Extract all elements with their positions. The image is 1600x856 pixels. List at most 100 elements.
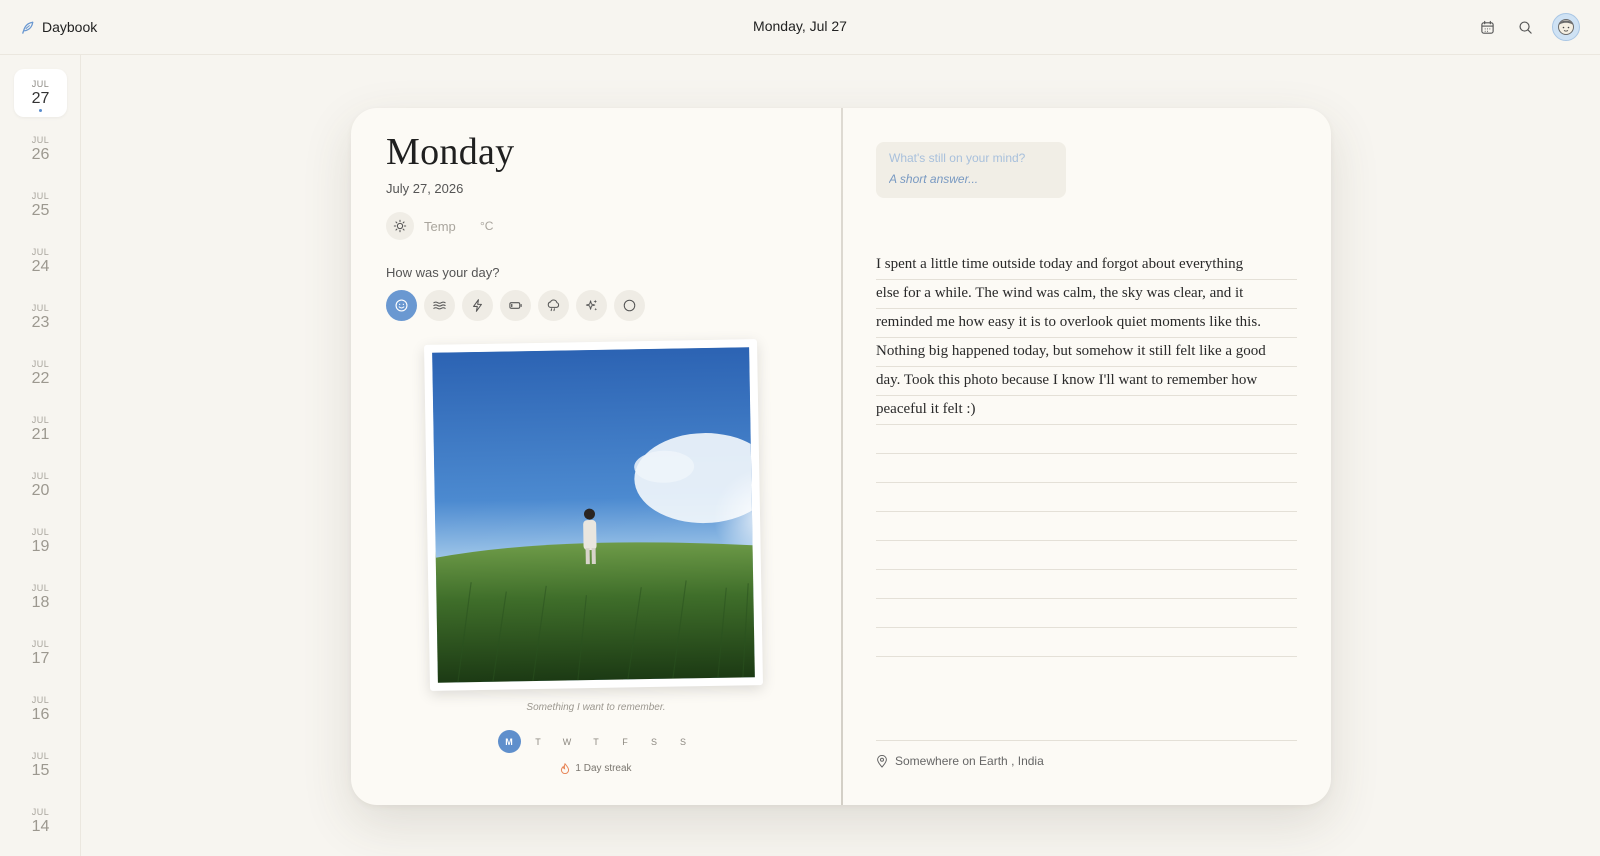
prompt-answer-input[interactable] xyxy=(889,172,1049,186)
date-month: JUL xyxy=(31,471,50,481)
entry-line: else for a while. The wind was calm, the… xyxy=(876,285,1244,301)
date-item-jul-24[interactable]: JUL 24 xyxy=(14,237,67,285)
date-item-jul-23[interactable]: JUL 23 xyxy=(14,293,67,341)
memory-photo xyxy=(432,347,755,683)
weekday-mon[interactable]: M xyxy=(497,730,521,753)
date-month: JUL xyxy=(31,135,50,145)
journal-entry-text[interactable]: I spent a little time outside today and … xyxy=(876,250,1297,424)
date-item-jul-25[interactable]: JUL 25 xyxy=(14,181,67,229)
date-item-jul-22[interactable]: JUL 22 xyxy=(14,349,67,397)
lightning-icon xyxy=(473,299,482,312)
temperature-unit: °C xyxy=(480,219,494,233)
mood-question: How was your day? xyxy=(386,265,500,280)
day-title: Monday xyxy=(386,131,515,173)
streak-indicator: 1 Day streak xyxy=(351,763,841,774)
prompt-card: What's still on your mind? xyxy=(876,142,1066,198)
mood-neutral-button[interactable] xyxy=(614,290,645,321)
date-month: JUL xyxy=(31,359,50,369)
date-month: JUL xyxy=(31,807,50,817)
top-actions xyxy=(1476,13,1580,41)
week-tracker: M T W T F S S xyxy=(351,730,841,753)
wind-waves-icon xyxy=(433,301,446,310)
date-rail: JUL 27 JUL 26 JUL 25 JUL 24 JUL 23 JUL 2… xyxy=(0,55,81,856)
entry-line: I spent a little time outside today and … xyxy=(876,256,1244,272)
weekday-tue[interactable]: T xyxy=(527,730,550,753)
weather-button[interactable] xyxy=(386,212,414,240)
weekday-sat[interactable]: S xyxy=(643,730,666,753)
date-month: JUL xyxy=(31,247,50,257)
mood-energetic-button[interactable] xyxy=(462,290,493,321)
date-item-jul-16[interactable]: JUL 16 xyxy=(14,685,67,733)
entry-line: peaceful it felt :) xyxy=(876,401,976,417)
date-item-jul-14[interactable]: JUL 14 xyxy=(14,797,67,845)
entry-indicator-dot xyxy=(39,109,42,112)
entry-line: reminded me how easy it is to overlook q… xyxy=(876,314,1261,330)
date-item-jul-21[interactable]: JUL 21 xyxy=(14,405,67,453)
mood-happy-button[interactable] xyxy=(386,290,417,321)
top-bar: Daybook Monday, Jul 27 xyxy=(0,0,1600,55)
sun-icon xyxy=(393,219,407,233)
date-month: JUL xyxy=(31,303,50,313)
date-day: 20 xyxy=(31,482,50,499)
weekday-fri[interactable]: F xyxy=(614,730,637,753)
date-day: 16 xyxy=(31,706,50,723)
mood-inspired-button[interactable] xyxy=(576,290,607,321)
calendar-button[interactable] xyxy=(1476,16,1498,38)
date-item-jul-27[interactable]: JUL 27 xyxy=(14,69,67,117)
date-month: JUL xyxy=(31,639,50,649)
date-day: 22 xyxy=(31,370,50,387)
date-month: JUL xyxy=(31,751,50,761)
calendar-icon xyxy=(1480,20,1494,34)
mood-selector xyxy=(386,290,645,321)
mood-tired-button[interactable] xyxy=(500,290,531,321)
entry-line: day. Took this photo because I know I'll… xyxy=(876,372,1258,388)
date-item-jul-19[interactable]: JUL 19 xyxy=(14,517,67,565)
mood-sad-button[interactable] xyxy=(538,290,569,321)
current-date-title: Monday, Jul 27 xyxy=(753,18,847,34)
streak-text: 1 Day streak xyxy=(575,763,632,774)
avatar[interactable] xyxy=(1552,13,1580,41)
entry-line: Nothing big happened today, but somehow … xyxy=(876,343,1266,359)
photo-caption: Something I want to remember. xyxy=(526,702,666,713)
weather-row: °C xyxy=(386,212,493,240)
prompt-question: What's still on your mind? xyxy=(889,151,1026,165)
date-month: JUL xyxy=(31,79,50,89)
date-item-jul-17[interactable]: JUL 17 xyxy=(14,629,67,677)
page-divider xyxy=(876,740,1297,741)
photo-illustration xyxy=(432,347,755,683)
date-month: JUL xyxy=(31,191,50,201)
date-day: 17 xyxy=(31,650,50,667)
full-date: July 27, 2026 xyxy=(386,181,464,196)
rain-cloud-icon xyxy=(547,299,560,312)
temperature-input[interactable] xyxy=(424,218,470,234)
weekday-wed[interactable]: W xyxy=(556,730,579,753)
date-item-jul-18[interactable]: JUL 18 xyxy=(14,573,67,621)
battery-low-icon xyxy=(509,302,522,309)
weekday-thu[interactable]: T xyxy=(585,730,608,753)
date-day: 21 xyxy=(31,426,50,443)
search-button[interactable] xyxy=(1514,16,1536,38)
date-day: 25 xyxy=(31,202,50,219)
date-day: 24 xyxy=(31,258,50,275)
date-item-jul-20[interactable]: JUL 20 xyxy=(14,461,67,509)
mood-calm-button[interactable] xyxy=(424,290,455,321)
date-day: 27 xyxy=(31,90,50,107)
date-day: 26 xyxy=(31,146,50,163)
date-day: 14 xyxy=(31,818,50,835)
smile-icon xyxy=(395,299,408,312)
date-item-jul-26[interactable]: JUL 26 xyxy=(14,125,67,173)
sparkles-icon xyxy=(585,299,598,311)
weekday-sun[interactable]: S xyxy=(672,730,695,753)
date-day: 18 xyxy=(31,594,50,611)
journal-book: Monday July 27, 2026 °C How was your day… xyxy=(351,108,1331,805)
date-month: JUL xyxy=(31,695,50,705)
photo-polaroid[interactable] xyxy=(424,339,763,691)
avatar-face-icon xyxy=(1558,19,1574,35)
search-icon xyxy=(1518,20,1532,34)
location-pin-icon xyxy=(877,754,887,768)
date-day: 15 xyxy=(31,762,50,779)
date-item-jul-15[interactable]: JUL 15 xyxy=(14,741,67,789)
location-row[interactable]: Somewhere on Earth , India xyxy=(876,754,1044,768)
flame-icon xyxy=(561,763,570,774)
date-month: JUL xyxy=(31,583,50,593)
